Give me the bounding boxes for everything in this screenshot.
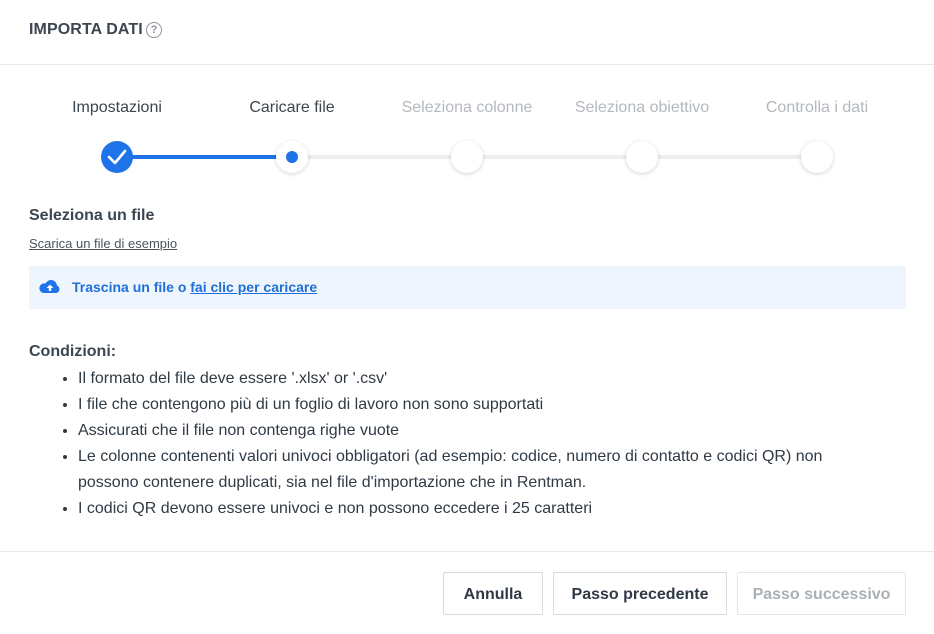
step-node-completed	[101, 141, 133, 173]
select-file-heading: Seleziona un file	[29, 207, 155, 224]
help-icon[interactable]: ?	[146, 22, 162, 38]
cloud-upload-icon	[39, 280, 60, 293]
cancel-button[interactable]: Annulla	[443, 572, 543, 615]
drop-instruction: Trascina un file o fai clic per caricare	[72, 279, 317, 295]
footer-divider	[0, 551, 934, 552]
condition-item: I codici QR devono essere univoci e non …	[78, 496, 859, 522]
step-label-controlla-dati: Controlla i dati	[765, 99, 869, 116]
check-icon	[107, 149, 127, 165]
step-label-caricare-file: Caricare file	[249, 99, 335, 116]
dialog-header: IMPORTA DATI ?	[0, 0, 934, 65]
conditions-list: Il formato del file deve essere '.xlsx' …	[29, 366, 859, 522]
next-step-button[interactable]: Passo successivo	[737, 572, 906, 615]
step-node-active	[276, 141, 308, 173]
previous-step-button[interactable]: Passo precedente	[553, 572, 727, 615]
step-node-pending	[626, 141, 658, 173]
file-dropzone[interactable]: Trascina un file o fai clic per caricare	[29, 266, 906, 309]
condition-item: Le colonne contenenti valori univoci obb…	[78, 444, 859, 496]
stepper-progress	[117, 155, 292, 159]
step-label-seleziona-obiettivo: Seleziona obiettivo	[574, 99, 710, 116]
dialog-title: IMPORTA DATI	[29, 21, 143, 38]
step-node-pending	[451, 141, 483, 173]
step-label-seleziona-colonne: Seleziona colonne	[401, 99, 533, 116]
click-to-upload-link[interactable]: fai clic per caricare	[190, 279, 317, 295]
step-node-pending	[801, 141, 833, 173]
conditions-heading: Condizioni:	[29, 343, 117, 360]
step-label-impostazioni: Impostazioni	[72, 99, 162, 116]
condition-item: I file che contengono più di un foglio d…	[78, 392, 859, 418]
condition-item: Assicurati che il file non contenga righ…	[78, 418, 859, 444]
drop-text: Trascina un file o	[72, 279, 187, 295]
condition-item: Il formato del file deve essere '.xlsx' …	[78, 366, 859, 392]
download-sample-link[interactable]: Scarica un file di esempio	[29, 236, 177, 251]
